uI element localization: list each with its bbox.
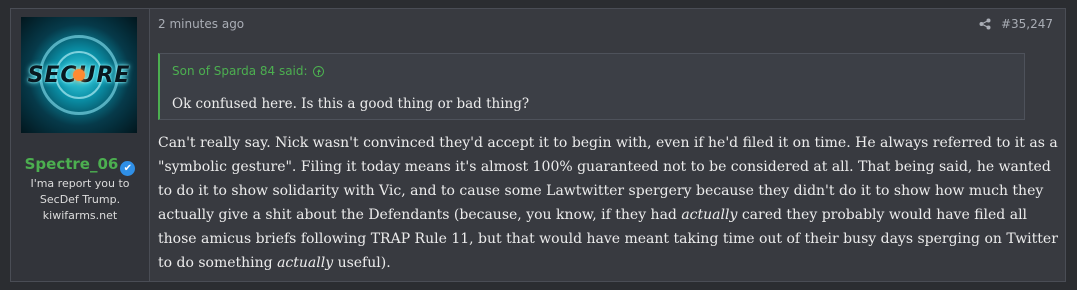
- share-icon[interactable]: [979, 18, 991, 30]
- body-text-3: useful).: [333, 255, 391, 271]
- avatar-core: [73, 69, 85, 81]
- quote-author[interactable]: Son of Sparda 84 said:: [172, 64, 308, 78]
- user-sidebar: SECURE Spectre_06✔ I'ma report you to Se…: [11, 9, 150, 281]
- user-title-line: kiwifarms.net: [42, 209, 118, 222]
- verified-badge-icon: ✔: [120, 161, 136, 176]
- post-actions: #35,247: [979, 17, 1053, 31]
- username-text[interactable]: Spectre_06: [25, 155, 119, 173]
- quote-block: Son of Sparda 84 said: Ok confused here.…: [158, 53, 1025, 120]
- jump-to-quote-icon[interactable]: [312, 65, 324, 77]
- quote-header[interactable]: Son of Sparda 84 said:: [172, 64, 324, 78]
- user-title-line: I'ma report you to: [30, 177, 130, 190]
- user-title: I'ma report you to SecDef Trump. kiwifar…: [15, 176, 145, 224]
- user-title-line: SecDef Trump.: [39, 193, 121, 206]
- post-number-link[interactable]: #35,247: [1001, 17, 1053, 31]
- body-emphasis-2: actually: [277, 255, 334, 271]
- body-emphasis-1: actually: [681, 207, 738, 223]
- post-main: 2 minutes ago #35,247 Son of Sparda 84 s…: [149, 9, 1065, 281]
- quote-text: Ok confused here. Is this a good thing o…: [172, 96, 530, 112]
- username[interactable]: Spectre_06 ✔: [11, 155, 149, 176]
- avatar[interactable]: SECURE: [21, 17, 137, 133]
- post-timestamp[interactable]: 2 minutes ago: [158, 17, 244, 31]
- post-body: Can't really say. Nick wasn't convinced …: [158, 131, 1063, 275]
- forum-post: SECURE Spectre_06✔ I'ma report you to Se…: [10, 8, 1066, 282]
